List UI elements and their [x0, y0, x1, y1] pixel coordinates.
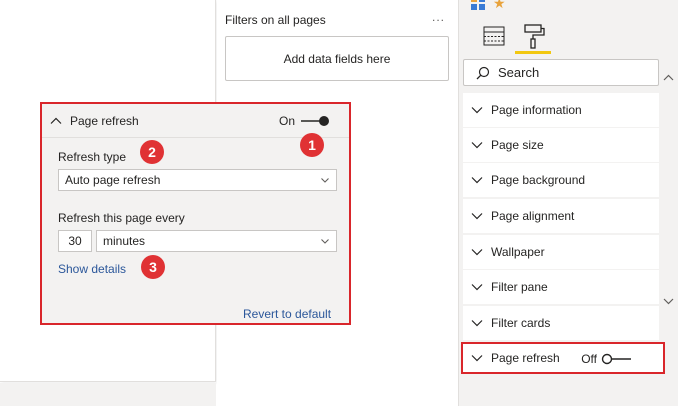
more-options-button[interactable]: ...	[432, 10, 445, 24]
search-icon	[476, 66, 490, 79]
page-refresh-card-header[interactable]: Page refresh On	[42, 104, 349, 138]
canvas-background	[0, 383, 216, 406]
format-tab-indicator	[515, 51, 551, 54]
toggle-state-label: On	[279, 114, 296, 128]
callout-badge-2: 2	[140, 140, 164, 164]
search-input[interactable]: Search	[463, 59, 659, 86]
chevron-down-icon	[471, 212, 483, 220]
page-refresh-on-toggle[interactable]: On	[279, 114, 330, 128]
visual-icons-row: ★	[471, 0, 506, 12]
section-label: Page refresh	[491, 351, 560, 365]
filters-title: Filters on all pages	[225, 13, 326, 27]
section-label: Page alignment	[491, 209, 575, 223]
section-wallpaper[interactable]: Wallpaper	[463, 235, 659, 269]
section-label: Page background	[491, 173, 586, 187]
chevron-down-icon	[471, 248, 483, 256]
chevron-down-icon	[471, 319, 483, 327]
section-label: Filter cards	[491, 316, 551, 330]
refresh-unit-value: minutes	[103, 234, 146, 248]
fields-tab-icon[interactable]	[483, 26, 505, 46]
paint-roller-icon	[524, 24, 545, 49]
section-label: Filter pane	[491, 280, 548, 294]
toggle-on-icon	[301, 116, 330, 126]
chevron-up-icon[interactable]	[663, 70, 674, 84]
refresh-type-dropdown[interactable]: Auto page refresh	[58, 169, 337, 191]
chevron-down-icon	[471, 106, 483, 114]
section-filter-pane[interactable]: Filter pane	[463, 270, 659, 304]
chevron-down-icon	[471, 176, 483, 184]
add-data-fields-dropzone[interactable]: Add data fields here	[225, 36, 449, 81]
refresh-interval-value: 30	[68, 234, 82, 248]
callout-badge-3: 3	[141, 255, 165, 279]
refresh-interval-label: Refresh this page every	[58, 211, 185, 225]
page-refresh-card-title: Page refresh	[70, 113, 139, 128]
toggle-off-icon	[601, 353, 631, 365]
section-filter-cards[interactable]: Filter cards	[463, 306, 659, 340]
refresh-unit-dropdown[interactable]: minutes	[96, 230, 337, 252]
grid-visual-icon[interactable]	[471, 0, 485, 10]
refresh-interval-input[interactable]: 30	[58, 230, 92, 252]
search-placeholder: Search	[498, 65, 540, 80]
format-pane: ★ Search Page information Page size Page…	[458, 0, 678, 406]
show-details-link[interactable]: Show details	[58, 262, 126, 276]
callout-badge-1: 1	[300, 133, 324, 157]
chevron-down-icon	[471, 283, 483, 291]
section-page-refresh[interactable]: Page refresh Off	[461, 342, 665, 374]
section-page-background[interactable]: Page background	[463, 163, 659, 197]
format-pane-content: ★ Search Page information Page size Page…	[461, 0, 665, 406]
section-page-information[interactable]: Page information	[463, 93, 659, 127]
section-page-size[interactable]: Page size	[463, 128, 659, 162]
chevron-up-icon	[50, 117, 62, 125]
refresh-type-label: Refresh type	[58, 150, 127, 164]
chevron-down-icon[interactable]	[663, 294, 674, 308]
revert-to-default-link[interactable]: Revert to default	[243, 307, 331, 321]
chevron-down-icon	[471, 141, 483, 149]
toggle-state-label: Off	[581, 352, 597, 366]
section-label: Page size	[491, 138, 544, 152]
refresh-type-value: Auto page refresh	[65, 173, 161, 187]
section-label: Wallpaper	[491, 245, 545, 259]
chevron-down-icon	[320, 174, 330, 189]
chevron-down-icon	[320, 235, 330, 250]
custom-visual-icon[interactable]: ★	[493, 0, 506, 10]
format-pane-scrollbar[interactable]	[659, 60, 677, 320]
page-refresh-toggle[interactable]: Off	[581, 352, 633, 366]
section-page-alignment[interactable]: Page alignment	[463, 199, 659, 233]
add-data-fields-label: Add data fields here	[283, 51, 391, 66]
section-label: Page information	[491, 103, 582, 117]
chevron-down-icon	[471, 354, 483, 362]
format-tab[interactable]	[515, 22, 551, 54]
